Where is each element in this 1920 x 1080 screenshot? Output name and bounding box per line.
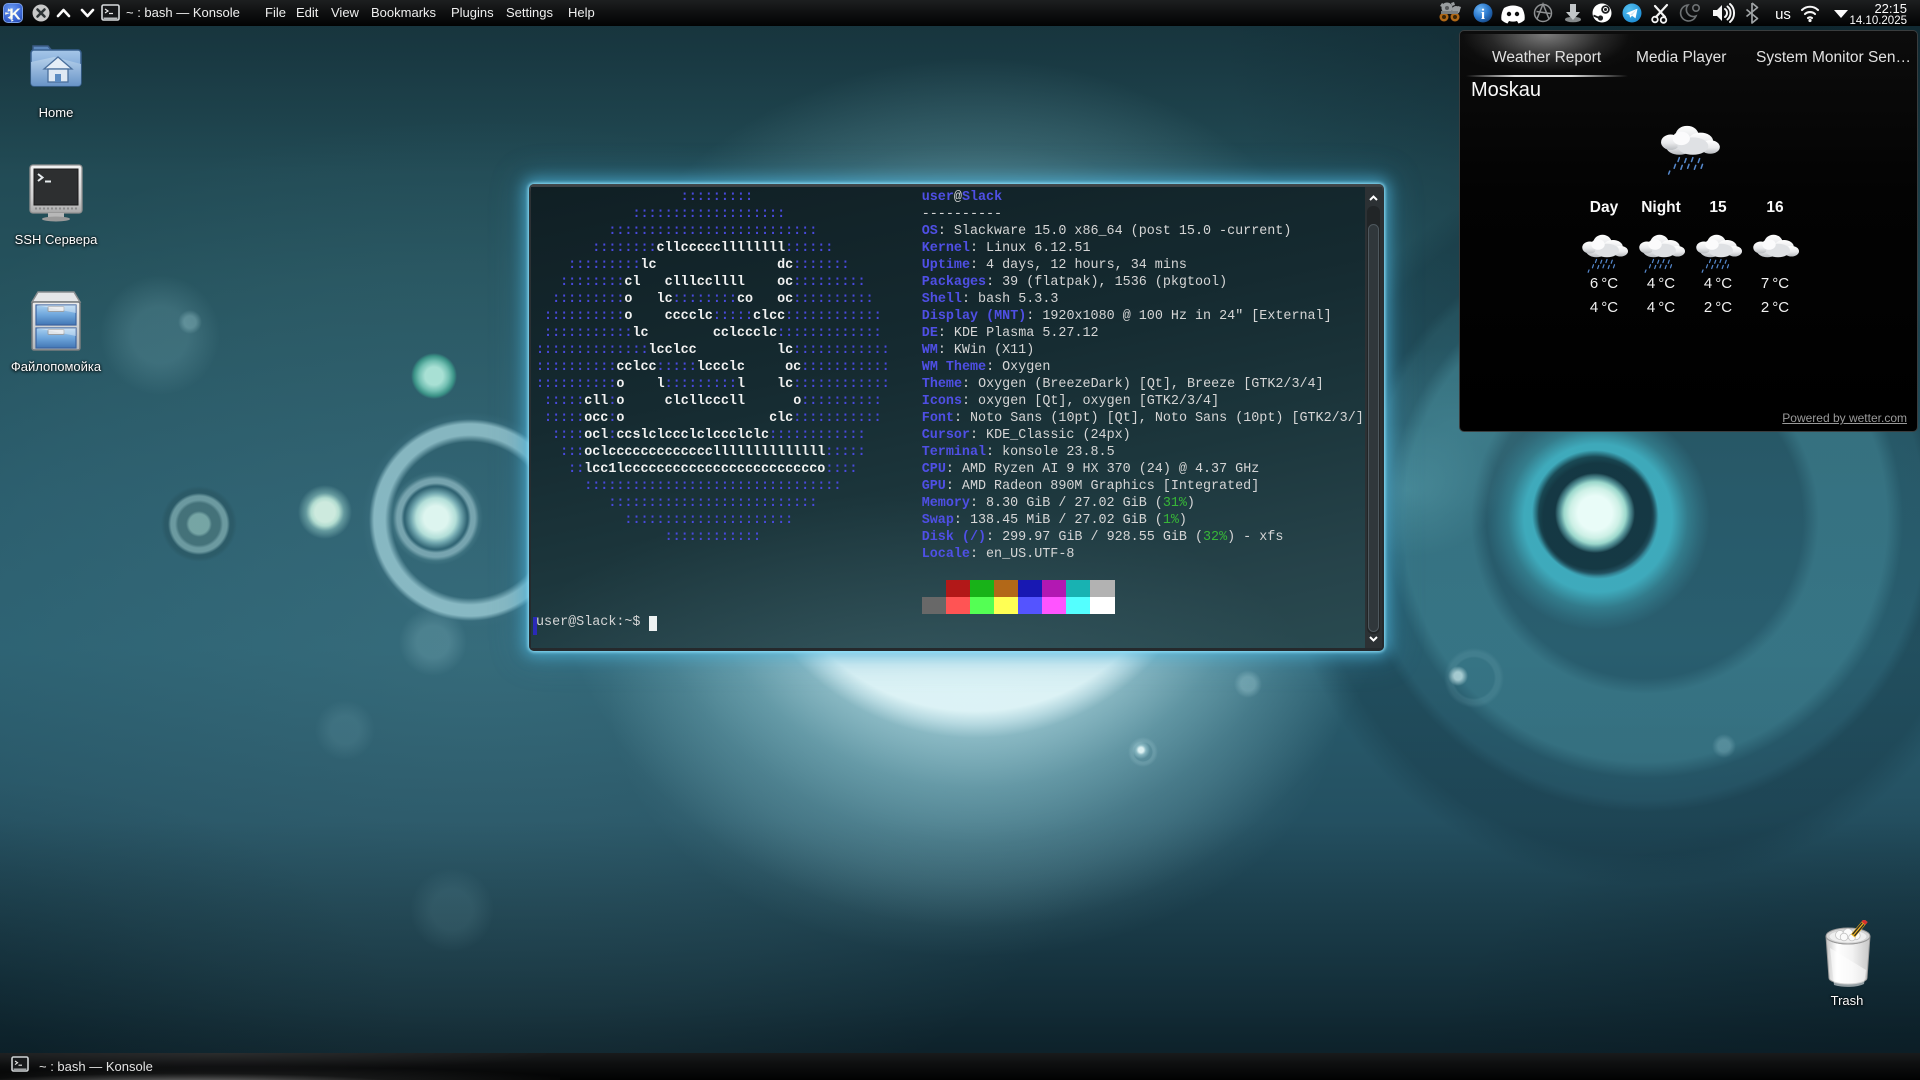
svg-text:K: K — [9, 7, 21, 24]
svg-text:us: us — [1775, 6, 1791, 23]
svg-text:i: i — [1481, 7, 1485, 23]
